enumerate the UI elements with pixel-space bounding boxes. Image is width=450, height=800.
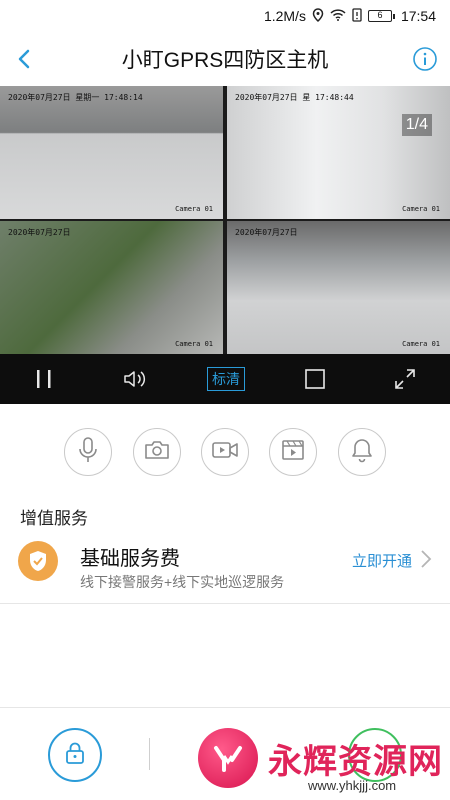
record-button[interactable]: [201, 428, 249, 476]
divider: [149, 738, 150, 770]
arm-lock-button[interactable]: [48, 728, 102, 782]
quality-toggle[interactable]: 标清: [206, 366, 246, 392]
app-header: 小盯GPRS四防区主机: [0, 32, 450, 86]
service-name: 基础服务费: [80, 548, 180, 570]
fullscreen-icon[interactable]: [392, 366, 418, 392]
quality-label: 标清: [207, 367, 245, 391]
bell-icon: [350, 437, 374, 468]
page-indicator: 1/4: [401, 114, 432, 136]
player-controls: 标清: [0, 354, 450, 404]
playback-button[interactable]: [269, 428, 317, 476]
watermark-url: www.yhkjjj.com: [308, 778, 397, 793]
activate-link[interactable]: 立即开通: [352, 550, 412, 571]
feed-timestamp: 2020年07月27日: [235, 228, 298, 237]
feed-timestamp: 2020年07月27日: [8, 228, 71, 237]
camera-feed-1[interactable]: 2020年07月27日 星期一 17:48:14 Camera 01: [0, 86, 223, 219]
volume-icon[interactable]: [120, 366, 150, 392]
network-speed: 1.2M/s: [263, 8, 306, 24]
snapshot-button[interactable]: [133, 428, 181, 476]
back-button[interactable]: [10, 44, 40, 74]
watermark: 永辉资源网 www.yhkjjj.com: [196, 728, 450, 800]
location-icon: [312, 7, 324, 25]
lock-icon: [64, 741, 86, 770]
single-view-icon[interactable]: [302, 366, 328, 392]
clock: 17:54: [400, 8, 436, 24]
camera-feed-2[interactable]: 2020年07月27日 星 17:48:44 1/4 Camera 01: [227, 86, 450, 219]
feed-timestamp: 2020年07月27日 星 17:48:44: [235, 93, 354, 102]
service-description: 线下接警服务+线下实地巡逻服务: [80, 574, 285, 590]
info-button[interactable]: [412, 46, 438, 72]
camera-grid[interactable]: 2020年07月27日 星期一 17:48:14 Camera 01 2020年…: [0, 86, 450, 354]
status-bar: 1.2M/s 6 17:54: [0, 0, 450, 32]
watermark-logo-icon: [198, 728, 258, 788]
feed-camera-label: Camera 01: [175, 205, 213, 213]
shield-icon: [18, 541, 58, 581]
battery-icon: 6: [367, 10, 395, 22]
camera-feed-3[interactable]: 2020年07月27日 Camera 01: [0, 221, 223, 354]
feed-camera-label: Camera 01: [402, 340, 440, 348]
battery-level: 6: [367, 10, 392, 22]
microphone-button[interactable]: [64, 428, 112, 476]
camera-icon: [144, 439, 170, 466]
alert-icon: [352, 7, 362, 25]
section-title: 增值服务: [20, 509, 88, 528]
alarm-button[interactable]: [338, 428, 386, 476]
chevron-right-icon: [418, 548, 434, 570]
wifi-icon: [330, 8, 346, 24]
feed-timestamp: 2020年07月27日 星期一 17:48:14: [8, 93, 143, 102]
microphone-icon: [77, 436, 99, 469]
feed-camera-label: Camera 01: [175, 340, 213, 348]
playback-icon: [281, 438, 305, 467]
camera-feed-4[interactable]: 2020年07月27日 Camera 01: [227, 221, 450, 354]
action-row: [0, 428, 450, 478]
page-title: 小盯GPRS四防区主机: [121, 49, 329, 72]
pause-icon[interactable]: [32, 366, 56, 392]
feed-camera-label: Camera 01: [402, 205, 440, 213]
service-item[interactable]: 基础服务费 线下接警服务+线下实地巡逻服务 立即开通: [0, 530, 450, 604]
watermark-brand: 永辉资源网: [268, 743, 443, 781]
video-record-icon: [211, 440, 239, 465]
